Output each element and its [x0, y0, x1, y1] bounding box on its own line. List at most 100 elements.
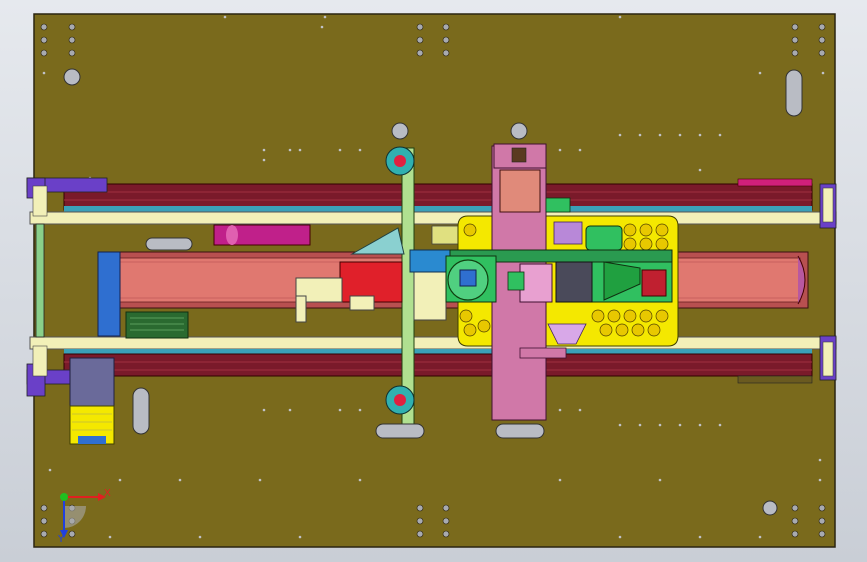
pilot-hole: [698, 168, 702, 172]
mounting-hole: [40, 49, 48, 57]
mounting-hole: [791, 49, 799, 57]
pilot-hole: [658, 133, 662, 137]
mounting-hole: [442, 517, 450, 525]
pilot-hole: [658, 423, 662, 427]
pilot-hole: [558, 478, 562, 482]
mounting-hole: [416, 36, 424, 44]
spindle-blue: [459, 269, 477, 287]
pilot-hole: [718, 423, 722, 427]
mounting-hole: [68, 23, 76, 31]
plate-hole: [599, 323, 613, 337]
pilot-hole: [698, 535, 702, 539]
pilot-hole: [118, 478, 122, 482]
pilot-hole: [262, 408, 266, 412]
conveyor-green-module: [125, 311, 189, 339]
plate-hole: [655, 223, 669, 237]
pilot-hole: [578, 148, 582, 152]
pilot-hole: [223, 15, 227, 19]
mounting-hole: [40, 36, 48, 44]
slot-tab-center-bottom: [495, 423, 545, 439]
pilot-hole: [288, 148, 292, 152]
pilot-hole: [698, 133, 702, 137]
pilot-hole: [718, 133, 722, 137]
pilot-hole: [320, 25, 324, 29]
mounting-hole: [818, 36, 826, 44]
lower-rail-dark: [63, 353, 813, 377]
pilot-hole: [338, 408, 342, 412]
mounting-hole: [791, 530, 799, 538]
mounting-hole: [416, 504, 424, 512]
lower-linear-guide: [29, 336, 837, 350]
plate-hole: [647, 323, 661, 337]
machine-top-view-drawing: X Y: [26, 13, 837, 548]
pilot-hole: [678, 423, 682, 427]
mounting-hole: [68, 49, 76, 57]
pilot-hole: [618, 423, 622, 427]
mounting-hole: [791, 504, 799, 512]
plate-hole: [463, 323, 477, 337]
plate-hole: [477, 319, 491, 333]
pilot-hole: [678, 133, 682, 137]
pilot-hole: [288, 408, 292, 412]
mounting-hole: [40, 504, 48, 512]
mounting-hole: [40, 23, 48, 31]
plate-hole: [631, 323, 645, 337]
slot-top-right: [785, 69, 803, 117]
pilot-hole: [42, 71, 46, 75]
pilot-hole: [178, 478, 182, 482]
plate-hole: [639, 237, 653, 251]
mounting-hole: [40, 530, 48, 538]
pilot-hole: [758, 71, 762, 75]
pilot-hole: [698, 423, 702, 427]
gantry-column-left: [401, 147, 415, 425]
pilot-hole: [338, 148, 342, 152]
pilot-hole: [818, 458, 822, 462]
mounting-hole: [416, 530, 424, 538]
plate-hole: [463, 223, 477, 237]
pilot-hole: [638, 133, 642, 137]
dark-gripper: [555, 261, 593, 303]
mounting-hole: [416, 517, 424, 525]
left-shaft: [35, 223, 45, 338]
plate-hole: [639, 309, 653, 323]
hole-large-bottom-right: [762, 500, 778, 516]
mounting-hole: [818, 517, 826, 525]
mounting-hole: [791, 36, 799, 44]
conveyor-end-blue: [97, 251, 121, 337]
lower-rail-cyan-strip: [64, 349, 812, 354]
pilot-hole: [618, 535, 622, 539]
pilot-hole: [262, 158, 266, 162]
plate-hole: [623, 309, 637, 323]
plate-hole: [655, 237, 669, 251]
mounting-hole: [791, 23, 799, 31]
slot-tab-left-bottom: [375, 423, 425, 439]
pink-block: [519, 263, 553, 303]
plate-hole: [639, 223, 653, 237]
cad-viewport[interactable]: X Y: [0, 0, 867, 562]
upper-rail-magenta-end: [737, 178, 813, 187]
plate-hole: [623, 237, 637, 251]
axis-x-label: X: [104, 488, 111, 499]
mounting-hole: [68, 530, 76, 538]
pilot-hole: [758, 535, 762, 539]
pilot-hole: [48, 468, 52, 472]
pilot-hole: [638, 423, 642, 427]
pilot-hole: [198, 535, 202, 539]
mounting-hole: [416, 23, 424, 31]
red-gripper: [641, 269, 667, 297]
pilot-hole: [558, 408, 562, 412]
pilot-hole: [298, 148, 302, 152]
hole-large-top-left: [63, 68, 81, 86]
pilot-hole: [358, 408, 362, 412]
pilot-hole: [818, 478, 822, 482]
mounting-hole: [442, 36, 450, 44]
pilot-hole: [578, 408, 582, 412]
mounting-hole: [818, 49, 826, 57]
plate-hole: [591, 309, 605, 323]
mounting-hole: [68, 36, 76, 44]
mounting-hole: [416, 49, 424, 57]
mounting-hole: [818, 23, 826, 31]
pilot-hole: [358, 148, 362, 152]
pilot-hole: [658, 478, 662, 482]
stepper-motor: [69, 357, 115, 407]
